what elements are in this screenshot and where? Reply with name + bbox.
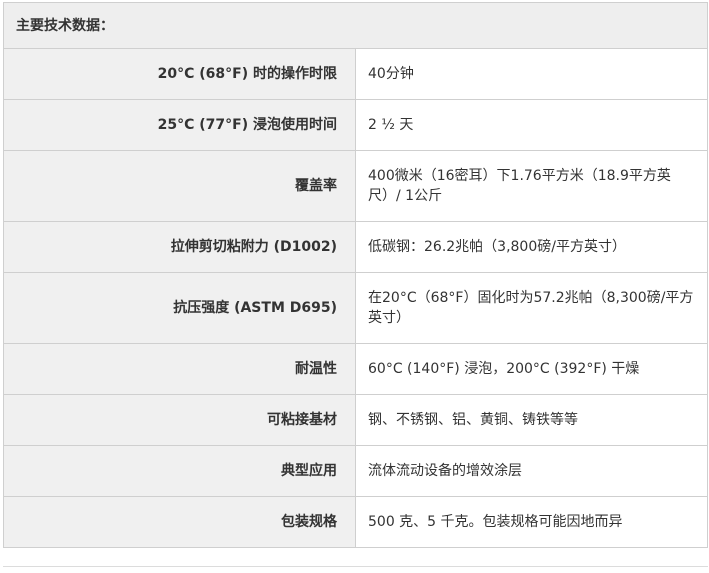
row-label: 典型应用 (3, 445, 356, 497)
table-row: 可粘接基材 钢、不锈钢、铝、黄铜、铸铁等等 (3, 394, 708, 446)
row-label: 覆盖率 (3, 150, 356, 222)
row-label: 可粘接基材 (3, 394, 356, 446)
table-row: 抗压强度 (ASTM D695) 在20°C（68°F）固化时为57.2兆帕（8… (3, 272, 708, 344)
row-value: 低碳钢：26.2兆帕（3,800磅/平方英寸） (355, 221, 708, 273)
table-title: 主要技术数据： (3, 2, 708, 49)
row-value: 500 克、5 千克。包装规格可能因地而异 (355, 496, 708, 548)
row-label: 20°C (68°F) 时的操作时限 (3, 48, 356, 100)
table-row: 耐温性 60°C (140°F) 浸泡，200°C (392°F) 干燥 (3, 343, 708, 395)
table-row: 拉伸剪切粘附力 (D1002) 低碳钢：26.2兆帕（3,800磅/平方英寸） (3, 221, 708, 273)
row-value: 2 ½ 天 (355, 99, 708, 151)
row-value: 钢、不锈钢、铝、黄铜、铸铁等等 (355, 394, 708, 446)
row-label: 抗压强度 (ASTM D695) (3, 272, 356, 344)
technical-data-table: 主要技术数据： 20°C (68°F) 时的操作时限 40分钟 25°C (77… (3, 2, 708, 548)
row-label: 拉伸剪切粘附力 (D1002) (3, 221, 356, 273)
table-row: 25°C (77°F) 浸泡使用时间 2 ½ 天 (3, 99, 708, 151)
row-value: 流体流动设备的增效涂层 (355, 445, 708, 497)
row-label: 包装规格 (3, 496, 356, 548)
table-header-row: 主要技术数据： (3, 2, 708, 49)
row-value: 40分钟 (355, 48, 708, 100)
row-value: 60°C (140°F) 浸泡，200°C (392°F) 干燥 (355, 343, 708, 395)
row-label: 耐温性 (3, 343, 356, 395)
row-value: 400微米（16密耳）下1.76平方米（18.9平方英尺）/ 1公斤 (355, 150, 708, 222)
row-value: 在20°C（68°F）固化时为57.2兆帕（8,300磅/平方英寸） (355, 272, 708, 344)
table-row: 20°C (68°F) 时的操作时限 40分钟 (3, 48, 708, 100)
table-row: 覆盖率 400微米（16密耳）下1.76平方米（18.9平方英尺）/ 1公斤 (3, 150, 708, 222)
row-label: 25°C (77°F) 浸泡使用时间 (3, 99, 356, 151)
table-row: 包装规格 500 克、5 千克。包装规格可能因地而异 (3, 496, 708, 548)
bottom-divider (3, 566, 708, 567)
table-row: 典型应用 流体流动设备的增效涂层 (3, 445, 708, 497)
